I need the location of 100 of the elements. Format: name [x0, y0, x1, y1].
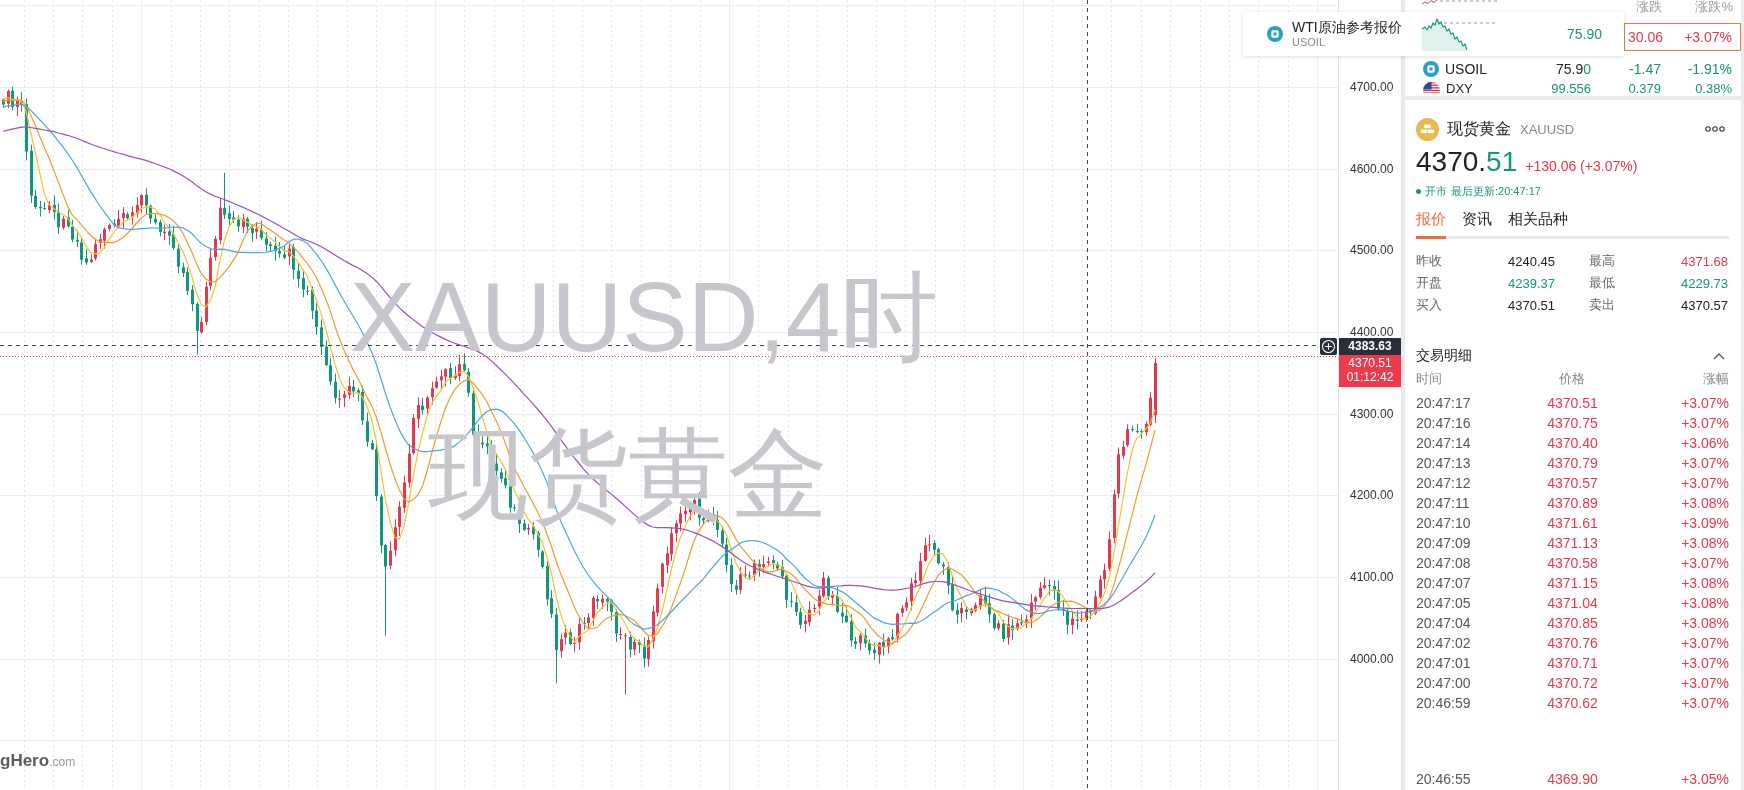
instrument-code: XAUUSD [1520, 121, 1575, 137]
change-percent: -1.91% [1687, 61, 1732, 77]
trade-time: 20:47:08 [1416, 555, 1471, 571]
trade-price: 4370.79 [1547, 455, 1598, 471]
price-axis-label: 4700.00 [1350, 79, 1394, 95]
column-header: 涨跌% [1695, 0, 1733, 14]
column-header: 涨幅 [1703, 370, 1729, 388]
market-status: 开市 [1425, 183, 1447, 199]
price-axis-label: 4200.00 [1350, 487, 1394, 504]
trade-price: 4371.61 [1547, 515, 1598, 531]
stat-value: 4370.51 [1508, 297, 1555, 313]
trade-change: +3.05% [1681, 771, 1729, 787]
trade-time: 20:46:59 [1416, 695, 1471, 711]
price-change: +130.06 (+3.07%) [1525, 158, 1638, 174]
trade-time: 20:47:16 [1416, 415, 1471, 431]
trade-time: 20:46:55 [1416, 771, 1471, 787]
last-price: 4370.51 [1416, 146, 1518, 178]
change-value: 30.06 [1627, 29, 1663, 45]
trade-change: +3.08% [1681, 535, 1729, 551]
trade-change: +3.07% [1681, 415, 1729, 431]
trade-price: 4370.51 [1547, 395, 1598, 411]
trade-price: 4370.72 [1547, 675, 1598, 691]
stat-value: 4239.37 [1508, 275, 1555, 291]
trade-time: 20:47:17 [1416, 395, 1471, 411]
last-update-time: 最后更新:20:47:17 [1451, 183, 1541, 199]
trade-change: +3.08% [1681, 595, 1729, 611]
change-value: -1.47 [1629, 61, 1661, 77]
instrument-name: WTI原油参考报价 [1292, 19, 1402, 36]
trade-price: 4370.89 [1547, 495, 1598, 511]
trade-time: 20:47:07 [1416, 575, 1471, 591]
price-axis-label: 4100.00 [1350, 568, 1394, 585]
price-axis-label: 4000.00 [1350, 650, 1394, 667]
trade-change: +3.07% [1681, 455, 1729, 471]
chevron-up-icon[interactable] [1713, 352, 1725, 360]
trade-change: +3.09% [1681, 515, 1729, 531]
trade-time: 20:47:04 [1416, 615, 1471, 631]
trade-price: 4370.62 [1547, 695, 1598, 711]
trade-change: +3.07% [1681, 655, 1729, 671]
trade-price: 4371.15 [1547, 575, 1598, 591]
section-title: 交易明细 [1416, 347, 1472, 365]
trade-change: +3.08% [1681, 575, 1729, 591]
price-value: 75.90 [1566, 26, 1602, 42]
tab[interactable]: 相关品种 [1508, 208, 1568, 239]
stat-value: 4240.45 [1508, 253, 1555, 269]
trade-time: 20:47:05 [1416, 595, 1471, 611]
price-value: 99.556 [1551, 82, 1591, 96]
trade-change: +3.08% [1681, 495, 1729, 511]
trade-change: +3.08% [1681, 615, 1729, 631]
watchlist-row[interactable]: DXY 99.556 0.379 0.38% [1405, 82, 1741, 96]
stat-label: 卖出 [1589, 296, 1615, 314]
square-disc-icon [1267, 26, 1283, 42]
stat-label: 最高 [1589, 252, 1615, 270]
trade-price: 4369.90 [1547, 771, 1598, 787]
instrument-code: DXY [1446, 82, 1473, 96]
trade-time: 20:47:00 [1416, 675, 1471, 691]
change-percent: 0.38% [1695, 82, 1732, 96]
more-icon[interactable] [1705, 126, 1725, 132]
square-disc-icon [1423, 61, 1439, 77]
instrument-code: USOIL [1292, 36, 1325, 49]
trade-change: +3.07% [1681, 675, 1729, 691]
watchlist-row[interactable]: 30.06 +3.07% [1624, 23, 1741, 51]
price-axis-label: 4600.00 [1350, 160, 1394, 177]
trade-time: 20:47:01 [1416, 655, 1471, 671]
trade-time: 20:47:14 [1416, 435, 1471, 451]
price-axis-label: 4400.00 [1350, 323, 1394, 340]
trade-price: 4370.85 [1547, 615, 1598, 631]
trade-time: 20:47:09 [1416, 535, 1471, 551]
stat-label: 开盘 [1416, 274, 1442, 292]
trade-time: 20:47:11 [1416, 495, 1470, 511]
price-label: 4370.51 [1348, 356, 1392, 370]
trade-price: 4370.71 [1547, 655, 1598, 671]
stat-value: 4229.73 [1681, 275, 1728, 291]
instrument-name: 现货黄金 [1447, 118, 1511, 139]
trade-price: 4370.57 [1547, 475, 1598, 491]
tab[interactable]: 资讯 [1462, 208, 1492, 239]
change-percent: +3.07% [1684, 29, 1732, 45]
trade-change: +3.07% [1681, 475, 1729, 491]
trade-change: +3.07% [1681, 695, 1729, 711]
trade-time: 20:47:10 [1416, 515, 1471, 531]
column-header: 价格 [1559, 370, 1586, 388]
trade-price: 4370.58 [1547, 555, 1598, 571]
stat-label: 昨收 [1416, 252, 1442, 270]
trade-price: 4370.40 [1547, 435, 1598, 451]
trade-price: 4371.04 [1547, 595, 1598, 611]
trade-time: 20:47:13 [1416, 455, 1471, 471]
trade-price: 4370.76 [1547, 635, 1598, 651]
trade-change: +3.07% [1681, 395, 1729, 411]
trade-price: 4371.13 [1547, 535, 1598, 551]
plus-circle-icon[interactable] [1320, 338, 1337, 355]
instrument-code: USOIL [1445, 61, 1487, 77]
column-header: 时间 [1416, 370, 1442, 388]
stat-label: 最低 [1589, 274, 1615, 292]
price-value: 75.90 [1555, 61, 1591, 77]
trade-time: 20:47:12 [1416, 475, 1471, 491]
watchlist-row[interactable]: USOIL 75.90 -1.47 -1.91% [1405, 56, 1741, 82]
flag-icon [1423, 82, 1440, 93]
trade-change: +3.07% [1681, 635, 1729, 651]
stat-value: 4370.57 [1681, 297, 1728, 313]
trade-change: +3.06% [1681, 435, 1729, 451]
trade-price: 4370.75 [1547, 415, 1598, 431]
